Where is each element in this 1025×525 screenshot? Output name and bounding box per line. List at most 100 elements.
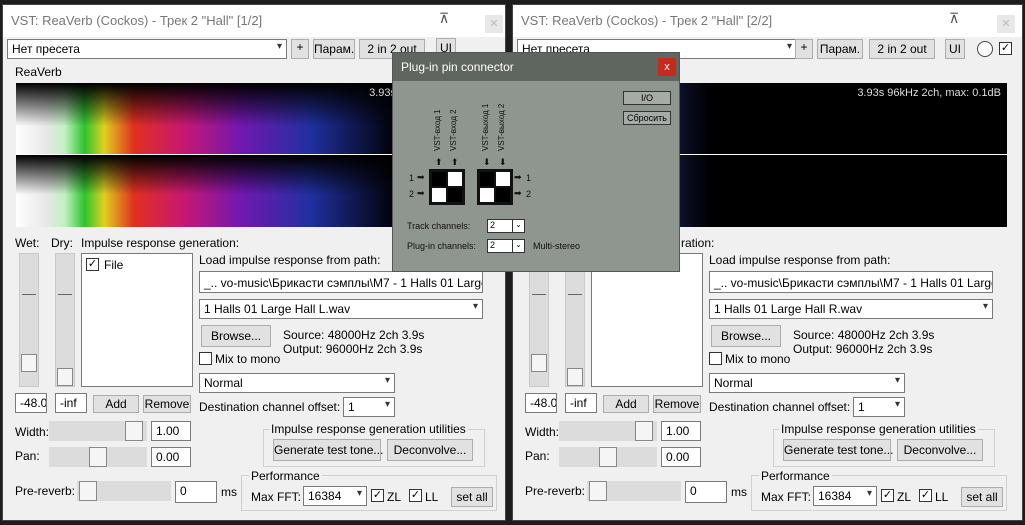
pin-cell-on[interactable] — [431, 171, 447, 187]
zl-checkbox[interactable]: ✓ — [881, 489, 894, 502]
pan-slider[interactable] — [559, 447, 657, 467]
dry-slider[interactable] — [55, 253, 75, 387]
list-item[interactable]: File — [104, 258, 123, 272]
wet-value-input[interactable]: -48.0 — [525, 393, 557, 413]
dest-offset-select[interactable]: 1 ▾ — [343, 397, 395, 417]
add-preset-button[interactable]: + — [795, 39, 813, 59]
close-icon[interactable]: ✕ — [485, 15, 503, 33]
wet-slider[interactable] — [529, 253, 549, 387]
add-button[interactable]: Add — [603, 395, 649, 413]
pan-slider-thumb[interactable] — [89, 447, 107, 467]
mix-mono-checkbox[interactable] — [199, 352, 212, 365]
add-preset-button[interactable]: + — [291, 39, 309, 59]
title-bar[interactable]: VST: ReaVerb (Cockos) - Трек 2 "Hall" [1… — [3, 5, 505, 37]
file-select[interactable]: 1 Halls 01 Large Hall L.wav ▾ — [199, 299, 483, 319]
reset-button[interactable]: Сбросить — [623, 111, 671, 125]
preset-select[interactable]: Нет пресета ▾ — [7, 39, 287, 59]
pan-slider-thumb[interactable] — [599, 447, 617, 467]
output-pin-matrix[interactable] — [477, 169, 513, 205]
dry-slider-thumb[interactable] — [57, 368, 73, 386]
width-slider[interactable] — [49, 421, 147, 441]
multistereo-label: Multi-stereo — [533, 241, 581, 251]
deconvolve-button[interactable]: Deconvolve... — [387, 439, 473, 461]
pin-title-bar[interactable]: Plug-in pin connector x — [393, 53, 679, 81]
pin-cell-on[interactable] — [447, 187, 463, 203]
remove-button[interactable]: Remove — [653, 395, 701, 413]
ui-button[interactable]: UI — [945, 39, 965, 59]
close-icon[interactable]: ✕ — [997, 15, 1015, 33]
right-arrow-icon: ➡ — [417, 172, 425, 182]
bypass-checkbox[interactable]: ✓ — [999, 42, 1012, 55]
file-checkbox[interactable]: ✓ — [86, 258, 99, 271]
params-button[interactable]: Парам. — [817, 39, 863, 59]
wet-knob-icon[interactable] — [977, 41, 993, 57]
maxfft-select[interactable]: 16384 ▾ — [813, 486, 877, 506]
dry-slider-thumb[interactable] — [567, 368, 583, 386]
deconvolve-button[interactable]: Deconvolve... — [897, 439, 983, 461]
ms-label: ms — [221, 485, 237, 499]
dest-offset-select[interactable]: 1 ▾ — [853, 397, 905, 417]
prereverb-slider-thumb[interactable] — [589, 481, 607, 501]
prereverb-slider[interactable] — [587, 481, 681, 501]
pan-value-input[interactable]: 0.00 — [151, 447, 191, 467]
pin-icon[interactable]: ⊼ — [439, 10, 449, 27]
io-button[interactable]: I/O — [623, 91, 671, 105]
prereverb-slider-thumb[interactable] — [79, 481, 97, 501]
dry-value-input[interactable]: -inf — [55, 393, 87, 413]
mode-select[interactable]: Normal ▾ — [709, 373, 905, 393]
prereverb-value-input[interactable]: 0 — [175, 481, 217, 503]
prereverb-value-input[interactable]: 0 — [685, 481, 727, 503]
width-slider[interactable] — [559, 421, 657, 441]
right-arrow-icon: ➡ — [417, 188, 425, 198]
path-input[interactable]: _.. vo-music\Брикасти сэмплы\M7 - 1 Hall… — [199, 271, 483, 293]
file-select[interactable]: 1 Halls 01 Large Hall R.wav ▾ — [709, 299, 993, 319]
width-value-input[interactable]: 1.00 — [661, 421, 701, 441]
pin-cell-off[interactable] — [479, 187, 495, 203]
mode-select[interactable]: Normal ▾ — [199, 373, 395, 393]
ll-checkbox[interactable]: ✓ — [919, 489, 932, 502]
pan-value-input[interactable]: 0.00 — [661, 447, 701, 467]
pin-icon[interactable]: ⊼ — [949, 10, 959, 27]
pan-label: Pan: — [525, 449, 550, 463]
mix-mono-checkbox[interactable] — [709, 352, 722, 365]
title-bar[interactable]: VST: ReaVerb (Cockos) - Трек 2 "Hall" [2… — [513, 5, 1022, 37]
chevron-down-icon: ⌄ — [512, 220, 524, 232]
pin-cell-off[interactable] — [431, 187, 447, 203]
prereverb-slider[interactable] — [77, 481, 171, 501]
pin-cell-off[interactable] — [495, 171, 511, 187]
browse-button[interactable]: Browse... — [201, 325, 271, 347]
wet-value-input[interactable]: -48.0 — [15, 393, 47, 413]
maxfft-select[interactable]: 16384 ▾ — [303, 486, 367, 506]
set-all-button[interactable]: set all — [451, 487, 493, 507]
dry-slider[interactable] — [565, 253, 585, 387]
pin-cell-on[interactable] — [479, 171, 495, 187]
ir-gen-list[interactable]: ✓ File — [81, 253, 193, 387]
close-icon[interactable]: x — [658, 58, 676, 76]
wet-slider-thumb[interactable] — [531, 354, 547, 372]
set-all-button[interactable]: set all — [961, 487, 1003, 507]
generate-test-tone-button[interactable]: Generate test tone... — [273, 439, 383, 461]
pin-cell-off[interactable] — [447, 171, 463, 187]
wet-slider-thumb[interactable] — [21, 354, 37, 372]
remove-button[interactable]: Remove — [143, 395, 191, 413]
params-button[interactable]: Парам. — [313, 39, 355, 59]
width-value-input[interactable]: 1.00 — [151, 421, 191, 441]
chevron-down-icon: ▾ — [276, 41, 282, 52]
input-pin-matrix[interactable] — [429, 169, 465, 205]
width-slider-thumb[interactable] — [635, 421, 653, 441]
ll-checkbox[interactable]: ✓ — [409, 489, 422, 502]
browse-button[interactable]: Browse... — [711, 325, 781, 347]
add-button[interactable]: Add — [93, 395, 139, 413]
track-channels-select[interactable]: 2 ⌄ — [487, 219, 525, 233]
generate-test-tone-button[interactable]: Generate test tone... — [783, 439, 893, 461]
pan-slider[interactable] — [49, 447, 147, 467]
path-input[interactable]: _.. vo-music\Брикасти сэмплы\M7 - 1 Hall… — [709, 271, 993, 293]
pin-cell-on[interactable] — [495, 187, 511, 203]
plugin-channels-select[interactable]: 2 ⌄ — [487, 239, 525, 253]
width-slider-thumb[interactable] — [125, 421, 143, 441]
io-button[interactable]: 2 in 2 out — [869, 39, 935, 59]
ir-gen-list[interactable] — [591, 253, 703, 387]
dry-value-input[interactable]: -inf — [565, 393, 597, 413]
zl-checkbox[interactable]: ✓ — [371, 489, 384, 502]
wet-slider[interactable] — [19, 253, 39, 387]
